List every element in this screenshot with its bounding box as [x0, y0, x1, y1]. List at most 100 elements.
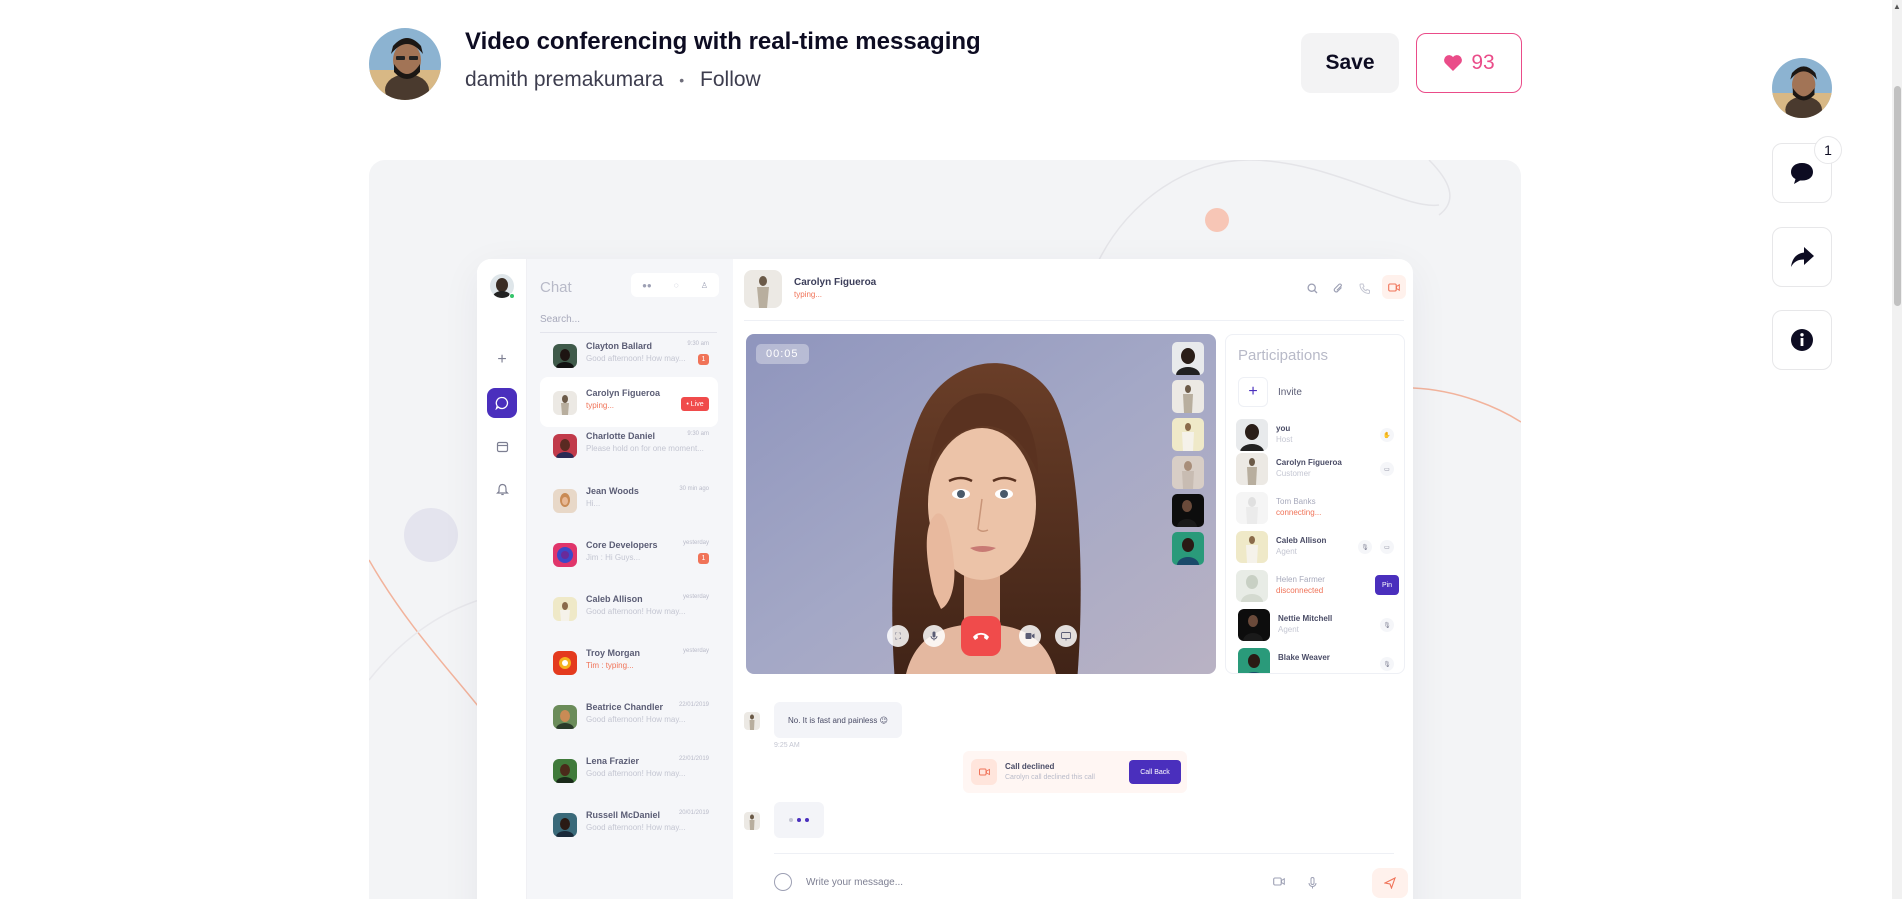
heart-icon — [1444, 55, 1463, 71]
chat-list-item[interactable]: Russell McDaniel Good afternoon! How may… — [540, 799, 718, 849]
contact-avatar — [553, 651, 577, 675]
participant-thumbnail[interactable] — [1172, 418, 1204, 451]
contact-name: Carolyn Figueroa — [586, 388, 661, 398]
participant-row[interactable]: Blake Weaver 🎙 — [1236, 646, 1404, 673]
participant-thumbnail[interactable] — [1172, 380, 1204, 413]
info-button[interactable] — [1772, 310, 1832, 370]
attachment-icon[interactable] — [1333, 283, 1344, 297]
participant-thumbnail[interactable] — [1172, 456, 1204, 489]
participant-row[interactable]: Helen Farmer disconnected Pin — [1236, 568, 1404, 604]
contact-name: Caleb Allison — [586, 594, 643, 604]
participant-role: Host — [1276, 435, 1293, 444]
chat-filter-tabs: ●● ◌ ♙ — [631, 273, 719, 297]
chat-nav-icon[interactable] — [487, 388, 517, 418]
video-call-button[interactable] — [1382, 275, 1406, 299]
conversation-name: Carolyn Figueroa — [794, 277, 877, 288]
page-scrollbar[interactable] — [1892, 0, 1902, 899]
participant-avatar — [1236, 570, 1268, 602]
live-badge: • Live — [681, 397, 709, 411]
chat-list-item[interactable]: Caleb Allison Good afternoon! How may...… — [540, 583, 718, 633]
scrollbar-thumb[interactable] — [1894, 86, 1901, 306]
unread-badge: 1 — [698, 553, 709, 564]
follow-link[interactable]: Follow — [700, 68, 761, 91]
add-icon[interactable]: + — [487, 345, 517, 375]
phone-icon[interactable] — [1359, 283, 1370, 297]
participant-row[interactable]: Carolyn Figueroa Customer ▭ — [1236, 451, 1404, 487]
last-message: Good afternoon! How may... — [586, 769, 686, 778]
group-avatar — [553, 543, 577, 567]
last-message: Jim : Hi Guys... — [586, 553, 641, 562]
rail-author-avatar[interactable] — [1772, 58, 1832, 118]
save-button[interactable]: Save — [1301, 33, 1399, 93]
bell-icon[interactable] — [487, 474, 517, 504]
raise-hand-icon[interactable]: ✋ — [1380, 428, 1394, 442]
video-call-stage: 00:05 ⛶ — [746, 334, 1216, 674]
video-message-icon[interactable] — [1273, 877, 1285, 889]
scroll-up-arrow-icon[interactable]: ▲ — [1893, 2, 1901, 11]
call-back-button[interactable]: Call Back — [1129, 760, 1181, 784]
participant-status: disconnected — [1276, 586, 1324, 595]
typing-indicator: typing... — [586, 401, 615, 410]
voice-message-icon[interactable] — [1308, 877, 1317, 892]
share-button[interactable] — [1772, 227, 1832, 287]
message-time: yesterday — [682, 648, 709, 654]
invite-button[interactable]: Invite — [1278, 387, 1302, 398]
typing-indicator: Tim : typing... — [586, 661, 634, 670]
participant-row[interactable]: Tom Banks connecting... — [1236, 490, 1404, 526]
byline-separator: • — [679, 72, 685, 89]
contact-avatar — [553, 759, 577, 783]
participant-avatar — [1238, 648, 1270, 673]
search-icon[interactable] — [1307, 283, 1318, 297]
shot-title: Video conferencing with real-time messag… — [465, 28, 981, 55]
camera-off-icon[interactable]: ▭ — [1380, 462, 1394, 476]
chat-list-item[interactable]: Charlotte Daniel Please hold on for one … — [540, 420, 718, 470]
chat-list-item[interactable]: Jean Woods Hi... 30 min ago — [540, 475, 718, 525]
contact-name: Russell McDaniel — [586, 810, 661, 820]
chat-list-item[interactable]: Troy Morgan Tim : typing... yesterday — [540, 637, 718, 687]
group-filter-icon[interactable]: ●● — [642, 281, 652, 290]
message-time: yesterday — [682, 540, 709, 546]
chat-app-mockup: + Chat ●● ◌ ♙ Search... Clayton Ballard — [477, 259, 1413, 899]
participant-role: Customer — [1276, 469, 1311, 478]
chat-list-item[interactable]: Beatrice Chandler Good afternoon! How ma… — [540, 691, 718, 741]
mic-icon[interactable]: 🎙 — [1380, 657, 1394, 671]
chat-list-item[interactable]: Lena Frazier Good afternoon! How may... … — [540, 745, 718, 795]
emoji-icon[interactable] — [774, 873, 792, 891]
camera-toggle-icon[interactable] — [1019, 625, 1041, 647]
chat-list-item[interactable]: Clayton Ballard Good afternoon! How may.… — [540, 330, 718, 380]
participant-thumbnail[interactable] — [1172, 494, 1204, 527]
calendar-icon[interactable] — [487, 431, 517, 461]
status-filter-icon[interactable]: ◌ — [674, 281, 679, 290]
participant-name: Blake Weaver — [1278, 653, 1330, 662]
contact-name: Lena Frazier — [586, 756, 640, 766]
call-declined-subtitle: Carolyn call declined this call — [1005, 774, 1095, 781]
message-input[interactable]: Write your message... — [806, 877, 903, 888]
divider — [774, 853, 1394, 854]
participant-thumbnail[interactable] — [1172, 342, 1204, 375]
mic-icon[interactable]: 🎙 — [1358, 540, 1372, 554]
author-name[interactable]: damith premakumara — [465, 68, 663, 91]
fullscreen-icon[interactable]: ⛶ — [887, 625, 909, 647]
pin-button[interactable]: Pin — [1375, 575, 1399, 595]
end-call-button[interactable] — [961, 616, 1001, 656]
participant-row[interactable]: you Host ✋ — [1236, 417, 1404, 453]
participant-avatar — [1236, 453, 1268, 485]
last-message: Good afternoon! How may... — [586, 607, 686, 616]
participant-row[interactable]: Nettie Mitchell Agent 🎙 — [1236, 607, 1404, 643]
person-filter-icon[interactable]: ♙ — [701, 281, 708, 290]
send-button[interactable] — [1372, 868, 1408, 898]
chat-list-item[interactable]: Core Developers Jim : Hi Guys... yesterd… — [540, 529, 718, 579]
like-button[interactable]: 93 — [1416, 33, 1522, 93]
participant-row[interactable]: Caleb Allison Agent 🎙 ▭ — [1236, 529, 1404, 565]
microphone-icon[interactable] — [923, 625, 945, 647]
participant-name: Helen Farmer — [1276, 575, 1325, 584]
mic-icon[interactable]: 🎙 — [1380, 618, 1394, 632]
participant-thumbnail[interactable] — [1172, 532, 1204, 565]
screen-share-icon[interactable] — [1055, 625, 1077, 647]
contact-name: Clayton Ballard — [586, 341, 653, 351]
contact-name: Core Developers — [586, 540, 658, 550]
author-avatar[interactable] — [369, 28, 441, 100]
camera-icon[interactable]: ▭ — [1380, 540, 1394, 554]
participant-role: Agent — [1278, 625, 1299, 634]
invite-plus-icon[interactable]: + — [1238, 377, 1268, 407]
